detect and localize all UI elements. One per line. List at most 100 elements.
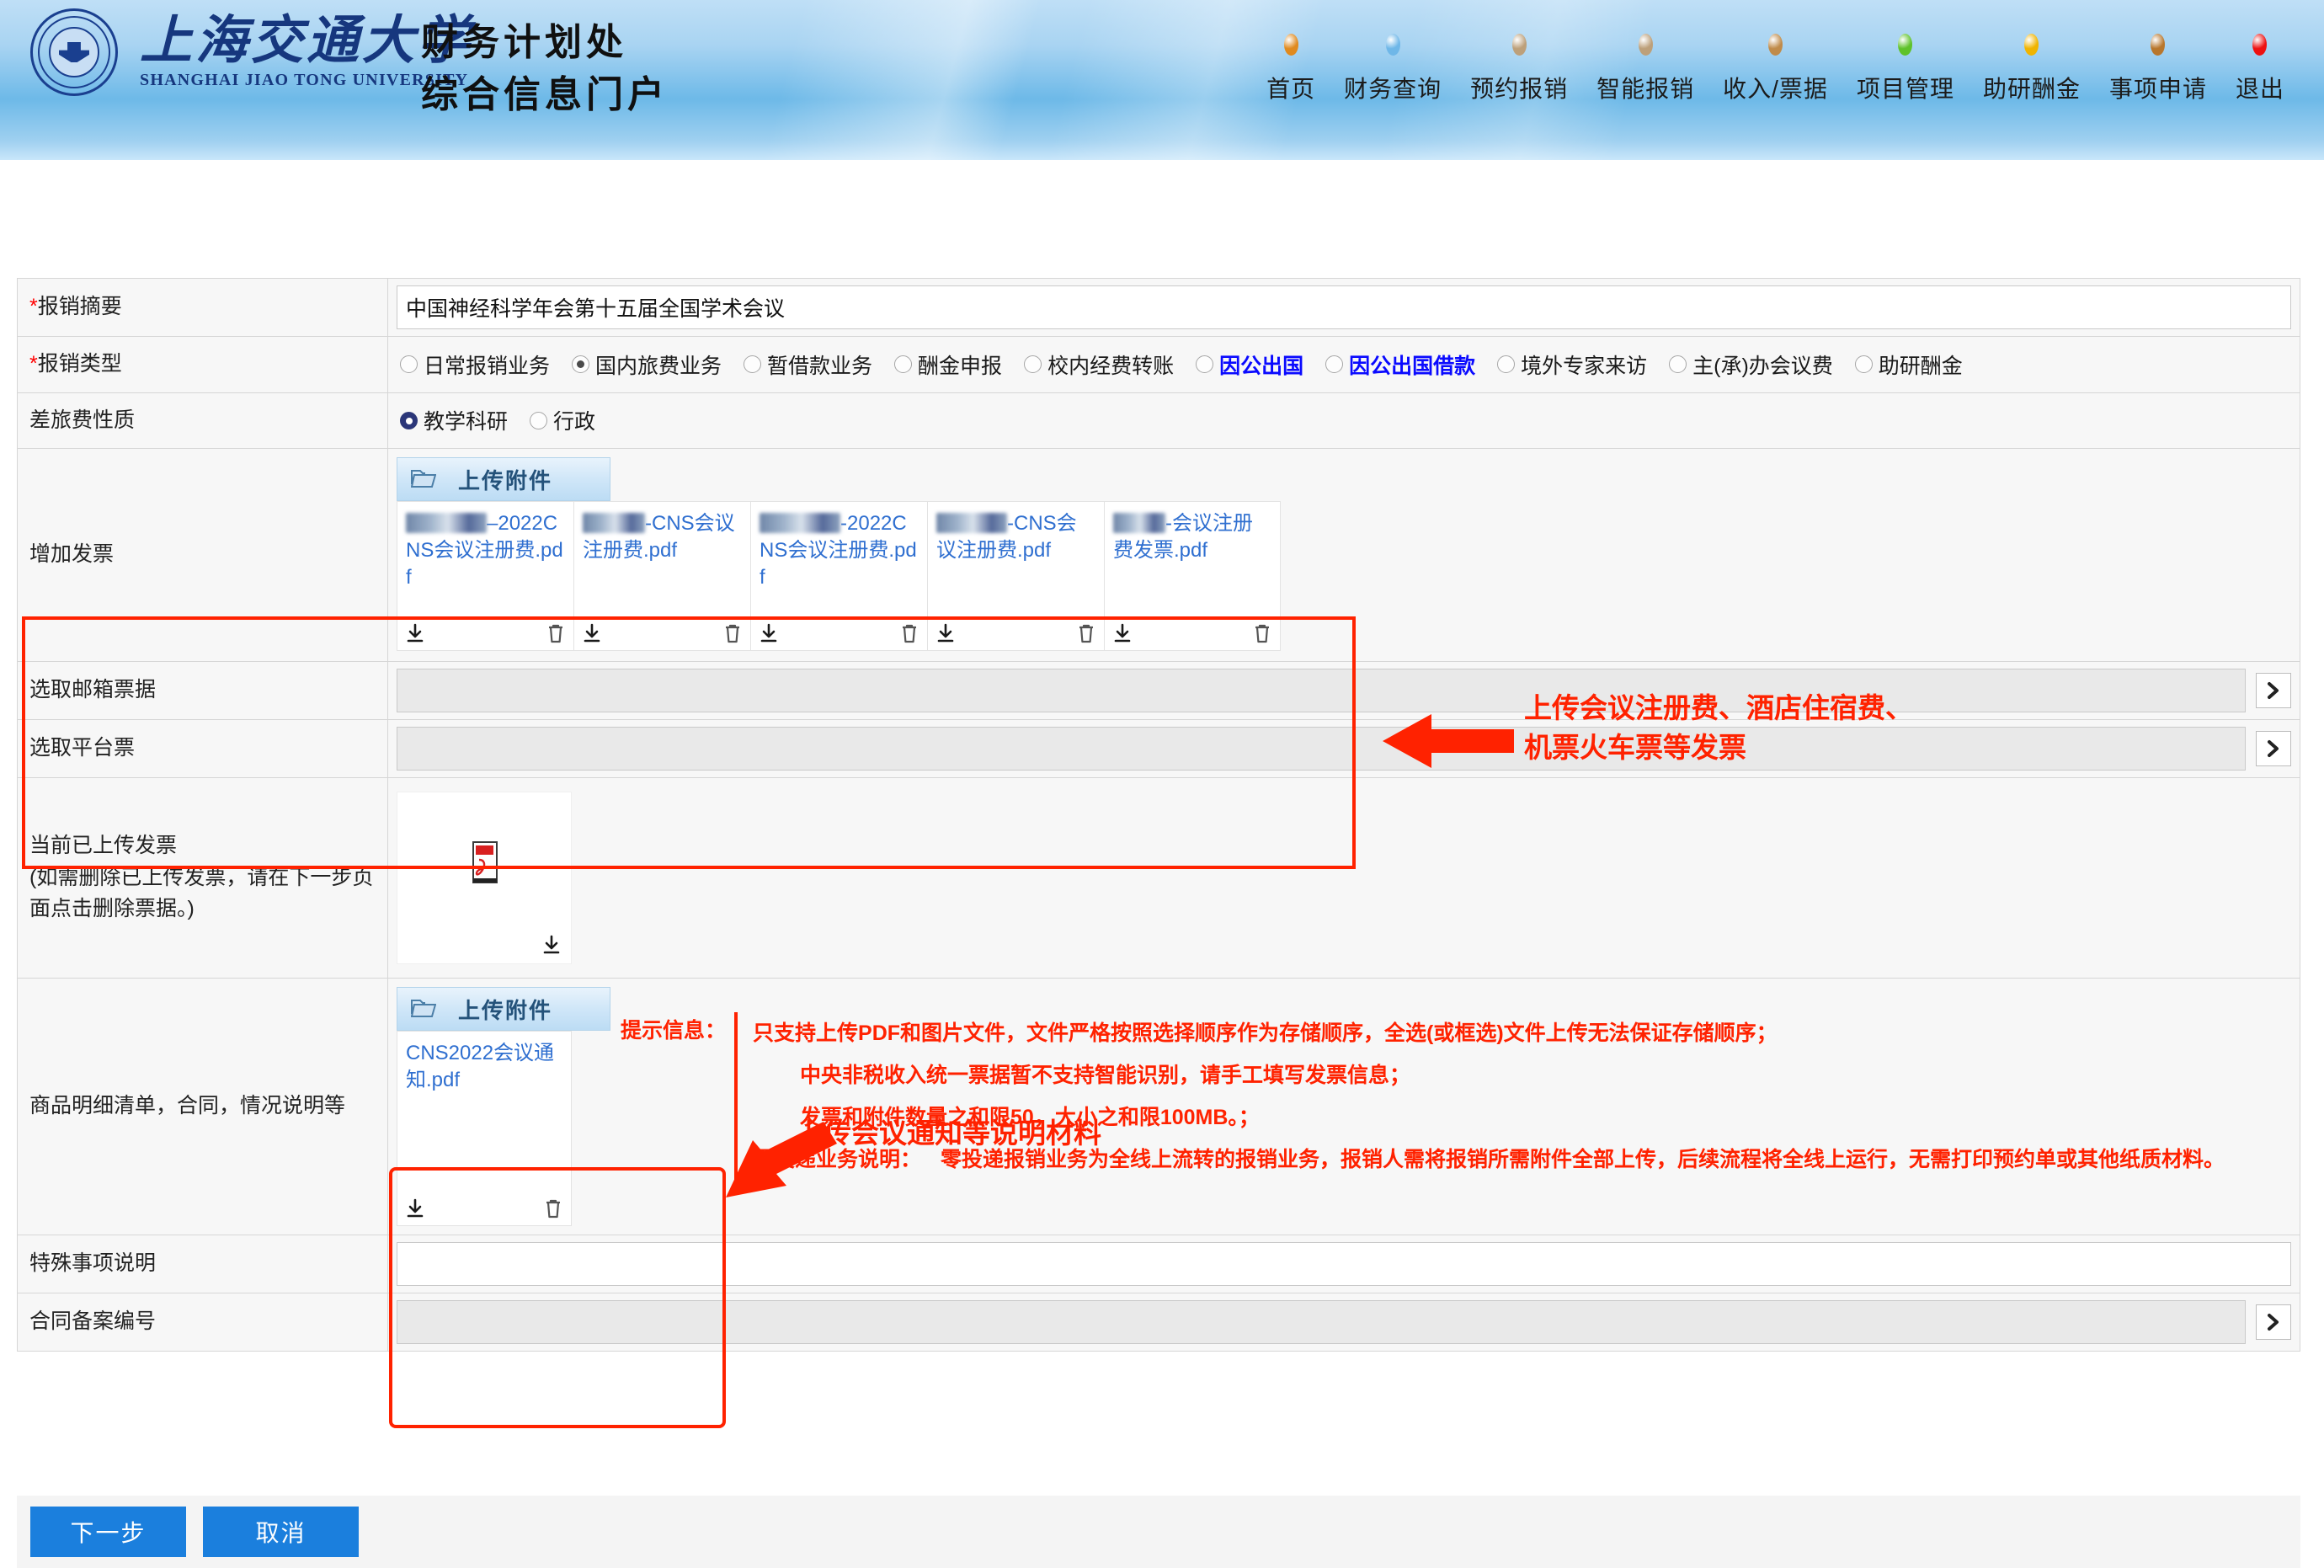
summary-input[interactable] <box>397 285 2291 329</box>
row-summary: *报销摘要 <box>17 278 2300 337</box>
trash-icon[interactable] <box>544 1198 562 1219</box>
row-platform-invoice: 选取平台票 <box>17 719 2300 778</box>
platform-invoice-select-button[interactable] <box>2256 731 2291 766</box>
radio-option-7[interactable]: 因公出国借款 <box>1325 349 1475 380</box>
tips-lines: 只支持上传PDF和图片文件，文件严格按照选择顺序作为存储顺序，全选(或框选)文件… <box>753 1012 2225 1181</box>
upload-attachment-label: 上传附件 <box>458 997 553 1023</box>
platform-invoice-input[interactable] <box>397 727 2246 771</box>
uploaded-invoice-hint-2: 面点击删除票据。) <box>29 897 195 921</box>
radio-option-6[interactable]: 因公出国 <box>1196 349 1303 380</box>
nav-item-3[interactable]: 预约报销 <box>1456 34 1582 104</box>
site-header: 上海交通大学 SHANGHAI JIAO TONG UNIVERSITY 财务计… <box>0 0 2324 160</box>
radio-option-label: 因公出国 <box>1219 354 1304 378</box>
next-step-button[interactable]: 下一步 <box>30 1507 186 1557</box>
invoice-file-list: –2022CNS会议注册费.pdf -CNS会议注册费.pdf -2022CNS会议… <box>397 501 2291 651</box>
nav-dot-icon <box>1385 34 1400 56</box>
label-uploaded-invoice: 当前已上传发票 (如需删除已上传发票，请在下一步页 面点击删除票据。) <box>17 777 388 979</box>
file-card: -2022CNS会议注册费.pdf <box>750 501 927 651</box>
file-name-link[interactable]: CNS2022会议通知.pdf <box>406 1040 562 1192</box>
radio-option-2[interactable]: 国内旅费业务 <box>572 349 722 380</box>
form-action-bar: 下一步 取消 <box>17 1496 2300 1568</box>
trash-icon[interactable] <box>1077 623 1095 643</box>
contract-no-input[interactable] <box>397 1300 2246 1344</box>
folder-icon <box>410 467 437 492</box>
chevron-right-icon <box>2265 681 2282 700</box>
uploaded-invoice-title: 当前已上传发票 <box>29 834 178 858</box>
mail-invoice-input[interactable] <box>397 669 2246 712</box>
file-name-link[interactable]: -2022CNS会议注册费.pdf <box>760 510 919 616</box>
radio-option-10[interactable]: 助研酬金 <box>1854 349 1963 380</box>
trash-icon[interactable] <box>723 623 742 643</box>
nav-item-2[interactable]: 财务查询 <box>1330 34 1456 104</box>
upload-attachment-button-docs[interactable]: 上传附件 <box>397 987 610 1031</box>
nav-item-1[interactable]: 首页 <box>1252 34 1330 104</box>
row-reimb-type: *报销类型 日常报销业务 国内旅费业务 暂借款业务 酬金申报 校内经费转账 因公出国 因公出… <box>17 336 2300 393</box>
contract-no-select-button[interactable] <box>2256 1304 2291 1340</box>
radio-option-4[interactable]: 酬金申报 <box>894 349 1002 380</box>
download-icon[interactable] <box>760 623 778 643</box>
nav-item-label: 财务查询 <box>1344 76 1442 102</box>
download-icon[interactable] <box>406 623 424 643</box>
department-title-line1: 财务计划处 <box>421 22 627 63</box>
radio-option-label: 国内旅费业务 <box>595 354 722 378</box>
tips-block: 提示信息： 只支持上传PDF和图片文件，文件严格按照选择顺序作为存储顺序，全选(… <box>621 987 2291 1181</box>
nav-item-label: 项目管理 <box>1856 76 1954 102</box>
radio-bullet-icon <box>1497 355 1516 374</box>
label-reimb-type: *报销类型 <box>17 336 388 393</box>
label-add-invoice: 增加发票 <box>17 448 388 662</box>
nav-item-8[interactable]: 事项申请 <box>2095 34 2221 104</box>
radio-bullet-icon <box>1325 355 1344 374</box>
nav-item-label: 收入/票据 <box>1723 76 1828 102</box>
upload-attachment-button-invoice[interactable]: 上传附件 <box>397 457 610 501</box>
radio-option-1[interactable]: 教学科研 <box>400 405 508 435</box>
nav-item-6[interactable]: 项目管理 <box>1842 34 1969 104</box>
nav-item-4[interactable]: 智能报销 <box>1582 34 1708 104</box>
radio-option-8[interactable]: 境外专家来访 <box>1497 349 1647 380</box>
reimbursement-form: *报销摘要 *报销类型 日常报销业务 国内旅费业务 暂借款业务 酬金申报 校内经费转账 因… <box>17 278 2300 1352</box>
brand-block: 上海交通大学 SHANGHAI JIAO TONG UNIVERSITY <box>30 8 473 96</box>
file-card: -会议注册费发票.pdf <box>1104 501 1281 651</box>
download-icon[interactable] <box>936 623 955 643</box>
radio-option-2[interactable]: 行政 <box>530 405 595 435</box>
radio-option-label: 酬金申报 <box>918 354 1003 378</box>
trash-icon[interactable] <box>546 623 565 643</box>
reimb-type-radio-group: 日常报销业务 国内旅费业务 暂借款业务 酬金申报 校内经费转账 因公出国 因公出国借款 境外专… <box>397 344 2291 385</box>
required-asterisk: * <box>29 352 38 376</box>
download-icon[interactable] <box>1113 623 1132 643</box>
uploaded-invoice-thumb-card[interactable] <box>397 792 572 964</box>
trash-icon[interactable] <box>1253 623 1271 643</box>
radio-bullet-icon <box>1024 355 1042 374</box>
radio-option-9[interactable]: 主(承)办会议费 <box>1669 349 1833 380</box>
redacted-filename-icon <box>406 513 487 533</box>
file-card: -CNS会议注册费.pdf <box>573 501 750 651</box>
label-attachments: 商品明细清单，合同，情况说明等 <box>17 978 388 1235</box>
mail-invoice-select-button[interactable] <box>2256 673 2291 708</box>
radio-bullet-icon <box>894 355 913 374</box>
nav-item-5[interactable]: 收入/票据 <box>1708 34 1842 104</box>
file-name-link[interactable]: -CNS会议注册费.pdf <box>583 510 742 616</box>
radio-bullet-icon <box>744 355 762 374</box>
uploaded-invoice-hint-1: (如需删除已上传发票，请在下一步页 <box>29 865 374 889</box>
file-name-link[interactable]: -会议注册费发票.pdf <box>1113 510 1271 616</box>
trash-icon[interactable] <box>900 623 919 643</box>
cancel-button[interactable]: 取消 <box>203 1507 359 1557</box>
file-name-link[interactable]: -CNS会议注册费.pdf <box>936 510 1095 616</box>
special-note-input[interactable] <box>397 1242 2291 1286</box>
radio-option-3[interactable]: 暂借款业务 <box>744 349 872 380</box>
download-icon[interactable] <box>542 935 561 955</box>
nav-dot-icon <box>1768 34 1783 56</box>
download-icon[interactable] <box>583 623 601 643</box>
redacted-filename-icon <box>583 513 645 533</box>
nav-item-9[interactable]: 退出 <box>2221 34 2299 104</box>
travel-nature-radio-group: 教学科研 行政 <box>397 400 2291 440</box>
radio-option-label: 因公出国借款 <box>1349 354 1476 378</box>
radio-option-1[interactable]: 日常报销业务 <box>400 349 550 380</box>
redacted-filename-icon <box>760 513 840 533</box>
file-name-link[interactable]: –2022CNS会议注册费.pdf <box>406 510 565 616</box>
radio-option-5[interactable]: 校内经费转账 <box>1024 349 1174 380</box>
download-icon[interactable] <box>406 1198 424 1219</box>
nav-item-7[interactable]: 助研酬金 <box>1969 34 2095 104</box>
label-mail-invoice: 选取邮箱票据 <box>17 661 388 720</box>
tips-label: 提示信息： <box>621 1019 727 1043</box>
radio-option-label: 境外专家来访 <box>1521 354 1648 378</box>
